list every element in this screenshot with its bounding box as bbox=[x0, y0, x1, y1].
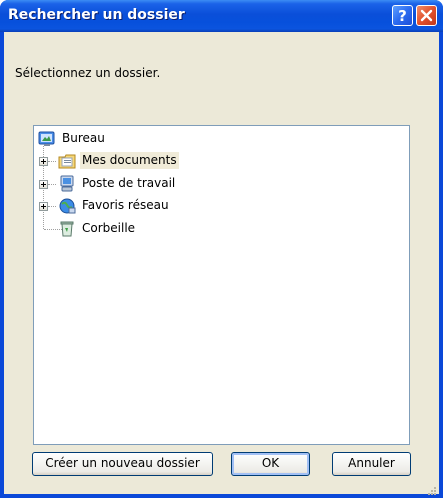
tree-node-favoris-reseau[interactable]: Favoris réseau bbox=[38, 197, 208, 217]
tree-node-mes-documents[interactable]: Mes documents bbox=[38, 152, 208, 172]
svg-text:?: ? bbox=[398, 7, 407, 25]
tree-node-bureau[interactable]: Bureau bbox=[38, 130, 158, 150]
recycle-bin-icon bbox=[60, 221, 74, 237]
close-button[interactable] bbox=[416, 5, 437, 26]
my-documents-icon bbox=[58, 154, 76, 169]
tree-node-label: Corbeille bbox=[82, 221, 136, 235]
tree-node-corbeille[interactable]: Corbeille bbox=[38, 220, 208, 240]
help-icon: ? bbox=[398, 7, 407, 25]
my-computer-icon bbox=[60, 175, 74, 192]
network-places-icon bbox=[59, 198, 76, 214]
tree-node-label: Mes documents bbox=[80, 152, 179, 169]
tree-node-poste-de-travail[interactable]: Poste de travail bbox=[38, 175, 208, 195]
help-button[interactable]: ? bbox=[392, 5, 413, 26]
resize-grip-icon[interactable] bbox=[427, 486, 437, 496]
folder-tree[interactable]: Bureau Mes documents Poste de travail Fa… bbox=[33, 125, 410, 445]
tree-node-label: Poste de travail bbox=[82, 176, 176, 190]
expand-toggle[interactable] bbox=[39, 202, 48, 211]
close-icon bbox=[420, 9, 433, 22]
window-title: Rechercher un dossier bbox=[8, 7, 185, 23]
new-folder-button[interactable]: Créer un nouveau dossier bbox=[32, 452, 213, 476]
tree-node-label: Favoris réseau bbox=[82, 198, 169, 212]
prompt-text: Sélectionnez un dossier. bbox=[15, 66, 161, 80]
expand-toggle[interactable] bbox=[39, 180, 48, 189]
dialog-window: Rechercher un dossier ? Sélectionnez un … bbox=[0, 0, 443, 498]
ok-button[interactable]: OK bbox=[231, 452, 310, 476]
desktop-icon bbox=[38, 131, 55, 146]
title-bar[interactable]: Rechercher un dossier ? bbox=[0, 0, 443, 32]
expand-toggle[interactable] bbox=[39, 157, 48, 166]
tree-node-label: Bureau bbox=[62, 131, 105, 145]
cancel-button[interactable]: Annuler bbox=[332, 452, 411, 476]
